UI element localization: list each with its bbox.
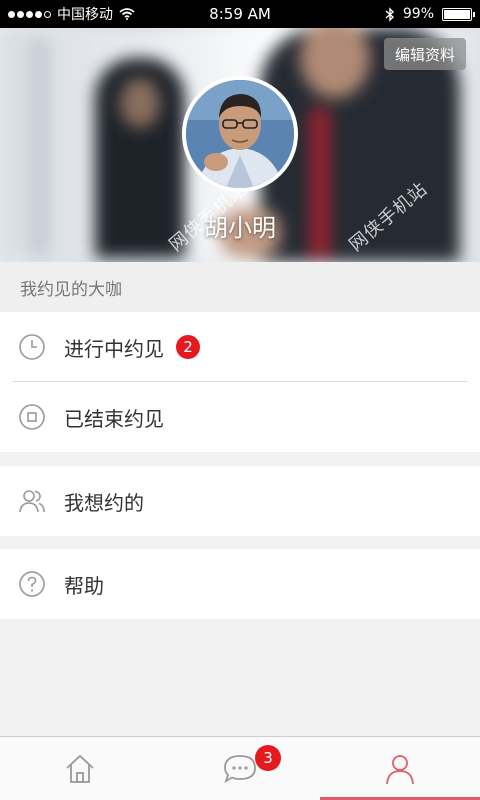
appointments-group: 进行中约见 2 已结束约见 — [0, 312, 480, 452]
menu-item-label: 已结束约见 — [64, 406, 164, 431]
user-icon — [386, 754, 414, 784]
username: 胡小明 — [204, 214, 276, 242]
menu-item-help[interactable]: 帮助 — [0, 549, 480, 619]
help-group: 帮助 — [0, 549, 480, 619]
people-icon — [18, 487, 46, 515]
carrier-label: 中国移动 — [57, 7, 113, 23]
tab-profile[interactable] — [320, 737, 480, 800]
stop-icon — [18, 403, 46, 431]
wishlist-group: 我想约的 — [0, 466, 480, 536]
avatar-image — [186, 80, 294, 188]
menu-item-label: 帮助 — [64, 573, 104, 598]
count-badge: 2 — [176, 335, 200, 359]
battery-fill — [444, 9, 470, 19]
status-bar: 中国移动 8:59 AM 99% — [0, 0, 480, 28]
menu-item-label: 进行中约见 — [64, 336, 164, 361]
profile-header: 网侠手机站 网侠手机站 编辑资料 胡小明 — [0, 28, 480, 262]
signal-icon — [8, 10, 51, 18]
tab-home[interactable] — [0, 737, 160, 800]
menu-item-ongoing[interactable]: 进行中约见 2 — [0, 312, 480, 382]
battery-icon — [442, 7, 475, 21]
menu-item-ended[interactable]: 已结束约见 — [0, 382, 480, 452]
bluetooth-icon — [385, 6, 394, 22]
tab-messages[interactable]: 3 — [160, 737, 320, 800]
tab-bar: 3 — [0, 736, 480, 800]
clock-icon — [18, 333, 46, 361]
battery-percent: 99% — [402, 6, 434, 22]
edit-profile-button[interactable]: 编辑资料 — [383, 38, 466, 70]
section-title: 我约见的大咖 — [0, 262, 480, 312]
question-icon — [18, 570, 46, 598]
menu-item-label: 我想约的 — [64, 490, 144, 515]
wifi-icon — [119, 8, 135, 20]
home-icon — [66, 754, 94, 783]
message-count-badge: 3 — [255, 745, 281, 771]
avatar[interactable] — [182, 76, 298, 192]
chat-icon — [224, 754, 256, 783]
menu-item-wanted[interactable]: 我想约的 — [0, 466, 480, 536]
